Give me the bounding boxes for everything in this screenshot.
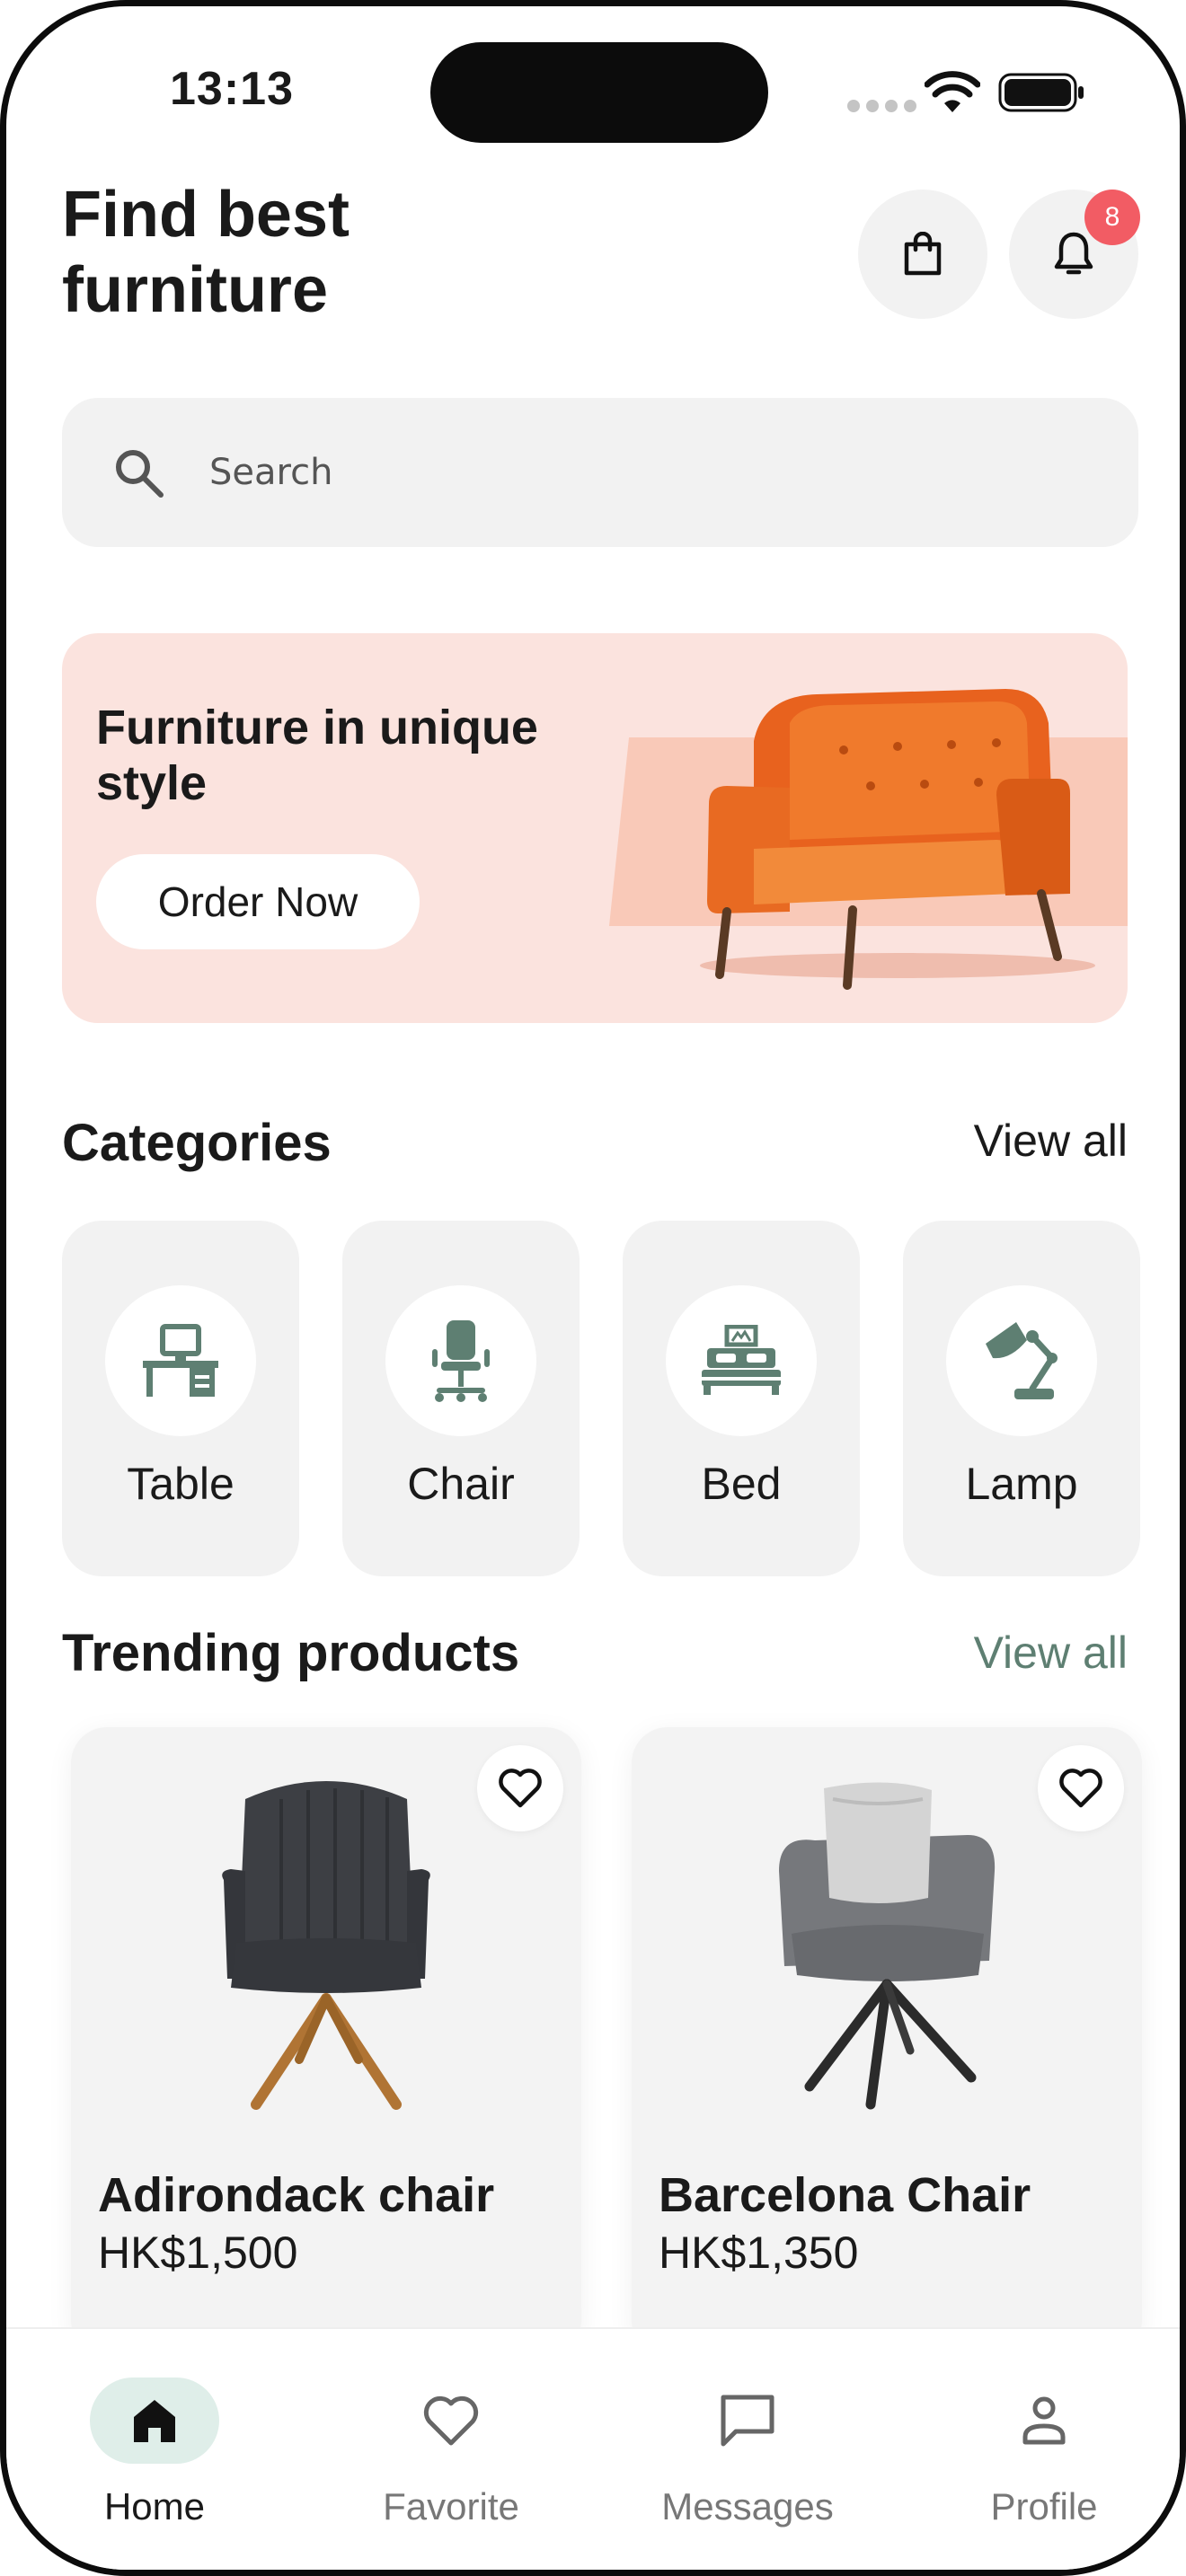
tab-label: Profile [990,2485,1098,2527]
page-title: Find best furniture [62,177,511,328]
tab-messages[interactable]: Messages [640,2378,855,2557]
category-card-table[interactable]: Table [62,1221,299,1576]
home-icon [134,2400,175,2442]
title-line-1: Find best [62,179,350,251]
grey-lounge-chair-image [779,1782,996,2110]
cart-button[interactable] [858,190,987,319]
bell-icon [1054,232,1093,275]
tab-home[interactable]: Home [47,2378,262,2557]
orange-armchair-image [700,689,1095,990]
search-icon [116,450,164,498]
trending-view-all-link[interactable]: View all [974,1627,1128,1679]
banner-headline: Furniture in unique style [96,701,538,810]
tab-favorite[interactable]: Favorite [343,2378,559,2557]
cellular-signal-icon [847,100,916,112]
product-card[interactable]: Adirondack chair HK$1,500 [71,1727,581,2356]
bottom-tab-bar: Home Favorite Messages Profile [6,2327,1180,2570]
message-icon [721,2395,774,2447]
product-name: Barcelona Chair [659,2168,1031,2222]
dynamic-island [430,42,768,143]
product-price: HK$1,350 [659,2228,859,2278]
phone-frame: 13:13 Find best furniture 8 Search Furni… [0,0,1186,2576]
office-chair-icon [432,1320,490,1402]
desk-icon [143,1324,218,1397]
category-label: Bed [701,1459,782,1509]
product-price: HK$1,500 [98,2228,298,2278]
desk-lamp-icon [986,1322,1058,1399]
product-card[interactable]: Barcelona Chair HK$1,350 [632,1727,1142,2356]
dark-armchair-image [222,1781,430,2110]
category-card-lamp[interactable]: Lamp [903,1221,1140,1576]
favorite-button[interactable] [1038,1745,1124,1831]
favorite-button[interactable] [477,1745,563,1831]
wifi-icon [925,71,980,112]
categories-title: Categories [62,1114,332,1172]
category-label: Lamp [965,1459,1078,1509]
category-label: Chair [407,1459,515,1509]
category-card-bed[interactable]: Bed [623,1221,860,1576]
product-name: Adirondack chair [98,2168,495,2222]
status-time: 13:13 [170,63,294,115]
category-card-chair[interactable]: Chair [342,1221,580,1576]
category-label: Table [127,1459,235,1509]
battery-icon [998,73,1084,112]
heart-icon [499,1769,542,1808]
tab-label: Favorite [383,2485,519,2527]
tab-label: Home [103,2485,206,2527]
trending-title: Trending products [62,1624,520,1682]
profile-icon [1022,2396,1066,2445]
bed-icon [702,1325,781,1395]
promo-banner[interactable]: Furniture in unique style Order Now [62,633,1128,1023]
categories-view-all-link[interactable]: View all [974,1115,1128,1167]
search-bar[interactable] [62,398,1138,547]
heart-icon [1059,1769,1102,1808]
notification-badge: 8 [1084,190,1140,245]
heart-icon [423,2395,479,2446]
order-now-button[interactable]: Order Now [96,854,420,949]
search-input[interactable] [209,434,1018,511]
tab-profile[interactable]: Profile [936,2378,1152,2557]
shopping-bag-icon [904,232,942,276]
title-line-2: furniture [62,254,328,326]
tab-label: Messages [661,2485,834,2527]
